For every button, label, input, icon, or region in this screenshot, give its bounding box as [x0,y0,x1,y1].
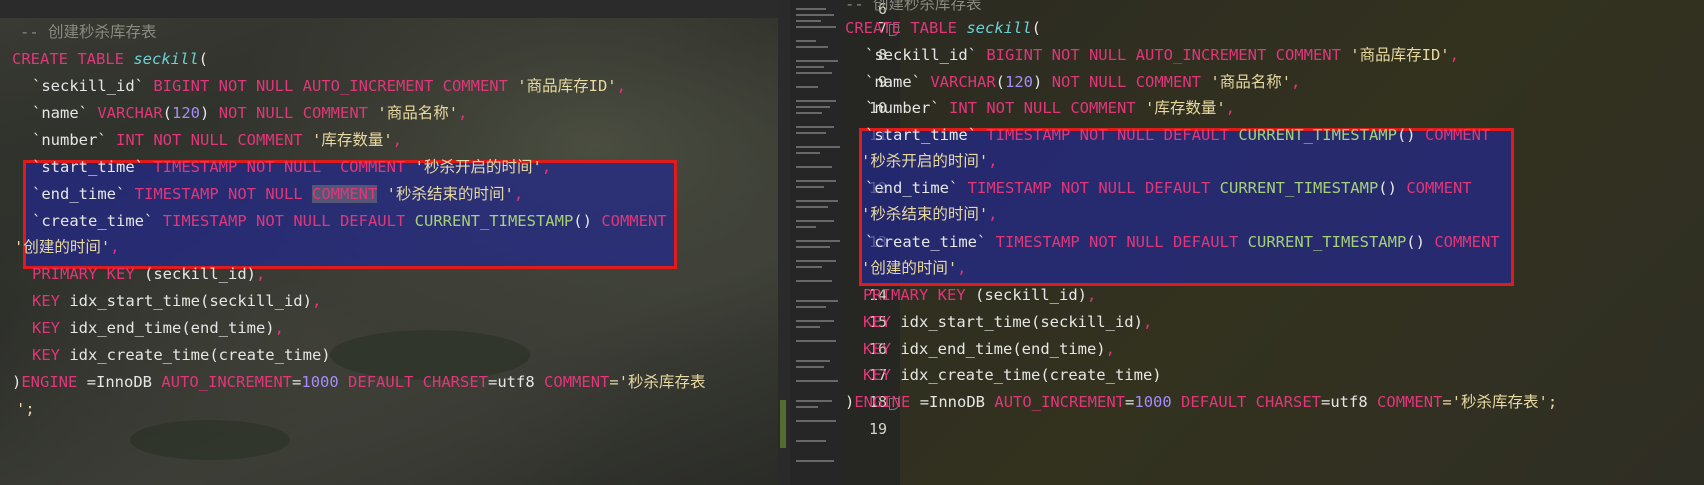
background-stone [130,420,290,460]
minimap-line [796,72,832,74]
minimap-line [796,360,830,362]
code-line-comment: -- 创建秒杀库存表 [20,23,157,41]
code-line-end-time: `end_time` TIMESTAMP NOT NULL DEFAULT CU… [865,179,1472,197]
code-line-end: '; [16,400,35,418]
code-line-create-time: `create_time` TIMESTAMP NOT NULL DEFAULT… [32,212,667,230]
minimap-line [796,266,822,268]
minimap-line [796,152,820,154]
code-line-name: `name` VARCHAR(120) NOT NULL COMMENT '商品… [865,73,1301,91]
minimap-line [796,100,836,102]
code-line-create-time-comment: '创建的时间', [14,238,120,256]
minimap-line [796,300,838,302]
minimap-line [796,406,818,408]
minimap-line [796,206,828,208]
minimap-line [796,226,816,228]
code-line-create: CREATE TABLE seckill( [845,19,1041,37]
minimap-line [796,460,834,462]
minimap-line [796,166,832,168]
minimap-line [796,132,826,134]
scrollbar-thumb[interactable] [780,400,786,448]
minimap[interactable] [790,0,845,485]
code-line-key-end: KEY idx_end_time(end_time), [863,340,1115,358]
minimap-line [796,14,834,16]
minimap-line [796,400,832,402]
code-line-create: CREATE TABLE seckill( [12,50,208,68]
code-line-key-start: KEY idx_start_time(seckill_id), [863,313,1153,331]
minimap-line [796,66,824,68]
left-editor-pane[interactable]: -- 创建秒杀库存表 CREATE TABLE seckill( `seckil… [0,0,790,485]
minimap-line [796,320,834,322]
editor-top-band [0,0,790,18]
minimap-line [796,220,834,222]
minimap-line [796,260,836,262]
minimap-line [796,440,826,442]
code-line-name: `name` VARCHAR(120) NOT NULL COMMENT '商品… [32,104,468,122]
code-line-number: `number` INT NOT NULL COMMENT '库存数量', [32,131,402,149]
code-line-key-create: KEY idx_create_time(create_time) [32,346,331,364]
minimap-line [796,86,818,88]
minimap-line [796,200,838,202]
right-editor-pane[interactable]: 6 7 8 9 10 11 12 13 14 15 16 17 18 19 --… [845,0,1704,485]
minimap-line [796,26,836,28]
code-line-engine: )ENGINE =InnoDB AUTO_INCREMENT=1000 DEFA… [12,373,706,391]
code-line-end-time: `end_time` TIMESTAMP NOT NULL COMMENT '秒… [32,185,524,203]
code-line-number: `number` INT NOT NULL COMMENT '库存数量', [865,99,1235,117]
minimap-line [796,40,816,42]
code-line-create-time: `create_time` TIMESTAMP NOT NULL DEFAULT… [865,233,1500,251]
line-number: 19 [868,420,887,438]
minimap-line [796,340,836,342]
minimap-line [796,380,838,382]
minimap-line [796,20,821,22]
code-line-seckill-id: `seckill_id` BIGINT NOT NULL AUTO_INCREM… [32,77,626,95]
code-line-key-start: KEY idx_start_time(seckill_id), [32,292,322,310]
code-line-start-time: `start_time` TIMESTAMP NOT NULL COMMENT … [32,158,552,176]
minimap-line [796,112,822,114]
code-line-start-time: `start_time` TIMESTAMP NOT NULL DEFAULT … [865,126,1491,144]
minimap-line [796,8,826,10]
minimap-line [796,246,830,248]
minimap-line [796,366,824,368]
minimap-line [796,280,832,282]
minimap-line [796,126,834,128]
code-line-primary-key: PRIMARY KEY (seckill_id), [32,265,266,283]
minimap-line [796,180,836,182]
minimap-line [796,420,836,422]
code-line-create-time-comment: '创建的时间', [861,259,967,277]
selected-word: COMMENT [312,185,378,203]
code-line-key-end: KEY idx_end_time(end_time), [32,319,284,337]
minimap-line [796,146,840,148]
minimap-line [796,60,838,62]
code-line-key-create: KEY idx_create_time(create_time) [863,366,1162,384]
code-line-seckill-id: `seckill_id` BIGINT NOT NULL AUTO_INCREM… [865,46,1459,64]
minimap-line [796,326,820,328]
minimap-line [796,240,840,242]
code-line-engine: )ENGINE =InnoDB AUTO_INCREMENT=1000 DEFA… [845,393,1558,411]
code-line-primary-key: PRIMARY KEY (seckill_id), [863,286,1097,304]
minimap-line [796,46,828,48]
minimap-line [796,306,826,308]
code-line-start-time-comment: '秒杀开启的时间', [861,152,998,170]
code-line-end-time-comment: '秒杀结束的时间', [861,205,998,223]
minimap-line [796,106,830,108]
minimap-line [796,186,824,188]
